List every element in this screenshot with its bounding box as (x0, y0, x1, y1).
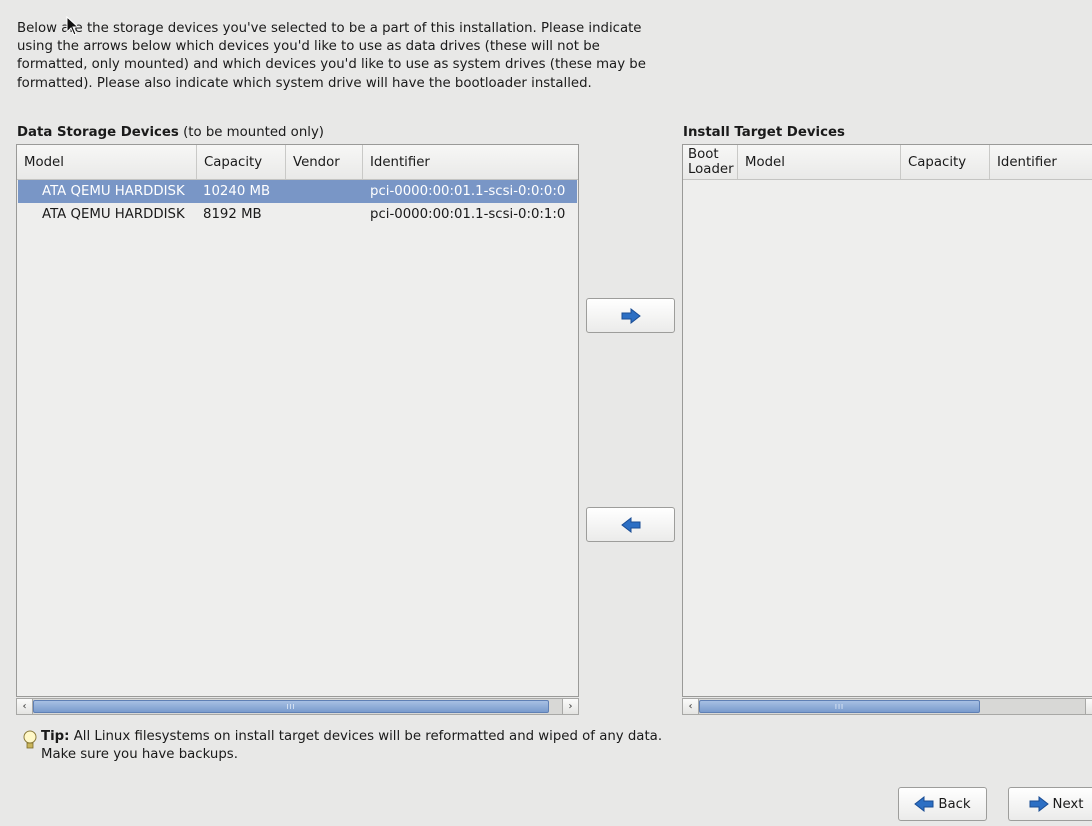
scroll-left-button[interactable]: ‹ (17, 699, 33, 714)
column-header-model[interactable]: Model (738, 145, 901, 179)
cell-identifier: pci-0000:00:01.1-scsi-0:0:1:0 (370, 207, 566, 222)
arrow-right-icon (621, 307, 641, 324)
scrollbar-thumb[interactable]: III (33, 700, 549, 713)
column-header-capacity[interactable]: Capacity (901, 145, 990, 179)
intro-text: Below are the storage devices you've sel… (17, 21, 646, 91)
horizontal-scrollbar[interactable]: ‹ III › (682, 698, 1092, 715)
next-button[interactable]: Next (1008, 787, 1092, 821)
column-header-capacity[interactable]: Capacity (197, 145, 286, 179)
cell-model: ATA QEMU HARDDISK (42, 207, 185, 222)
add-to-install-target-button[interactable] (586, 298, 675, 333)
table-row[interactable]: ATA QEMU HARDDISK 10240 MB pci-0000:00:0… (18, 180, 577, 203)
column-header-identifier[interactable]: Identifier (990, 145, 1092, 179)
grip-icon: III (286, 702, 296, 711)
table-row[interactable]: ATA QEMU HARDDISK 8192 MB pci-0000:00:01… (18, 203, 577, 226)
scroll-left-button[interactable]: ‹ (683, 699, 699, 714)
chevron-left-icon: ‹ (22, 701, 27, 712)
column-header-model[interactable]: Model (17, 145, 197, 179)
table-header: Boot Loader Model Capacity Identifier (683, 145, 1092, 180)
cell-capacity: 8192 MB (203, 207, 262, 222)
cell-vendor (293, 180, 363, 203)
install-target-title: Install Target Devices (683, 125, 845, 140)
horizontal-scrollbar[interactable]: ‹ III › (16, 698, 579, 715)
scrollbar-thumb[interactable]: III (699, 700, 980, 713)
tip-body: All Linux filesystems on install target … (41, 729, 663, 762)
lightbulb-icon (23, 730, 37, 749)
table-header: Model Capacity Vendor Identifier (17, 145, 578, 180)
cell-model: ATA QEMU HARDDISK (42, 184, 185, 199)
install-target-label: Install Target Devices (683, 124, 845, 142)
cell-identifier: pci-0000:00:01.1-scsi-0:0:0:0 (370, 184, 566, 199)
tip-label: Tip: (41, 729, 70, 744)
installer-window: Below are the storage devices you've sel… (0, 0, 1092, 826)
arrow-left-icon (914, 796, 934, 812)
cell-capacity: 10240 MB (203, 184, 271, 199)
data-storage-subtitle: (to be mounted only) (178, 125, 324, 140)
cell-vendor (293, 203, 363, 226)
data-storage-table[interactable]: Model Capacity Vendor Identifier ATA QEM… (16, 144, 579, 697)
mouse-cursor-icon (66, 16, 80, 36)
remove-from-install-target-button[interactable] (586, 507, 675, 542)
grip-icon: III (834, 702, 845, 711)
back-button[interactable]: Back (898, 787, 987, 821)
back-button-label: Back (938, 796, 971, 812)
column-header-identifier[interactable]: Identifier (363, 145, 578, 179)
data-storage-label: Data Storage Devices (to be mounted only… (17, 124, 324, 142)
arrow-left-icon (620, 516, 640, 533)
column-header-boot-loader[interactable]: Boot Loader (683, 145, 738, 179)
scroll-right-button[interactable]: › (1085, 699, 1092, 714)
arrow-right-icon (1029, 796, 1049, 812)
data-storage-title: Data Storage Devices (17, 125, 179, 140)
chevron-left-icon: ‹ (688, 701, 693, 712)
chevron-right-icon: › (568, 701, 573, 712)
scroll-right-button[interactable]: › (562, 699, 578, 714)
next-button-label: Next (1052, 796, 1084, 812)
install-target-table[interactable]: Boot Loader Model Capacity Identifier (682, 144, 1092, 697)
column-header-vendor[interactable]: Vendor (286, 145, 363, 179)
